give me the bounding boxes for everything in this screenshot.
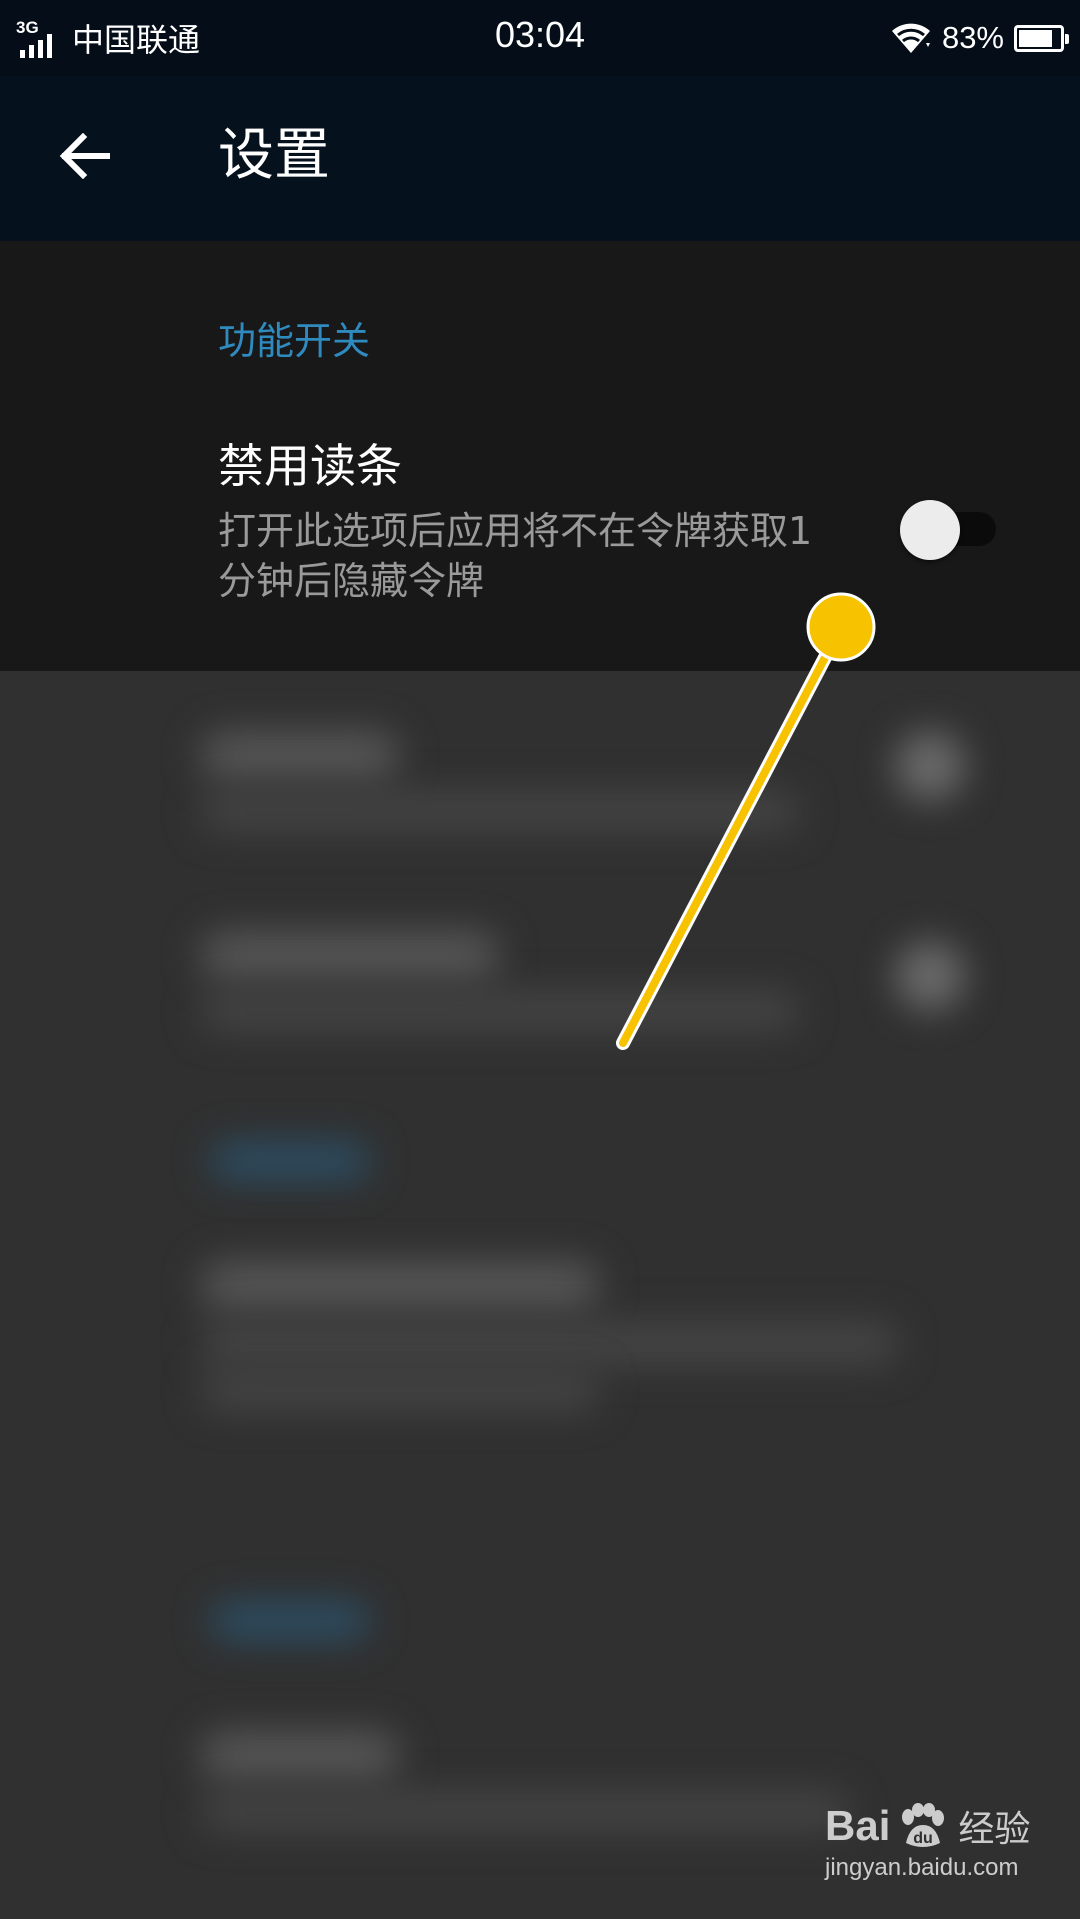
svg-text:du: du [914,1830,934,1847]
battery-level [1019,29,1052,47]
page-title: 设置 [218,123,330,188]
paw-icon: du [902,1803,945,1847]
status-bar: 3G 中国联通 03:04 83% [0,0,1080,76]
arrow-left-icon [59,133,110,179]
blurred-background-list [0,671,1080,1919]
watermark-logo-text: Bai [825,1802,891,1849]
toggle-thumb [900,500,960,560]
battery-icon [1014,24,1069,52]
status-right: 83% [890,14,1069,62]
battery-percent: 83% [941,20,1004,55]
settings-panel: 功能开关 禁用读条 打开此选项后应用将不在令牌获取1分钟后隐藏令牌 [0,241,1080,671]
back-button[interactable] [40,116,130,196]
baidu-logo: Bai du 经验 [825,1800,1045,1852]
setting-description: 打开此选项后应用将不在令牌获取1分钟后隐藏令牌 [218,509,813,603]
baidu-jingyan-watermark: Bai du 经验 jingyan.baidu.com [825,1800,1045,1900]
wifi-icon [891,23,930,53]
app-bar: 设置 [0,76,1080,241]
watermark-cn-text: 经验 [958,1808,1031,1849]
section-title: 功能开关 [218,319,371,363]
toggle-switch[interactable] [900,500,1000,560]
setting-title: 禁用读条 [218,439,402,493]
watermark-url: jingyan.baidu.com [825,1854,1019,1881]
setting-disable-progress[interactable]: 禁用读条 打开此选项后应用将不在令牌获取1分钟后隐藏令牌 [0,436,1080,636]
